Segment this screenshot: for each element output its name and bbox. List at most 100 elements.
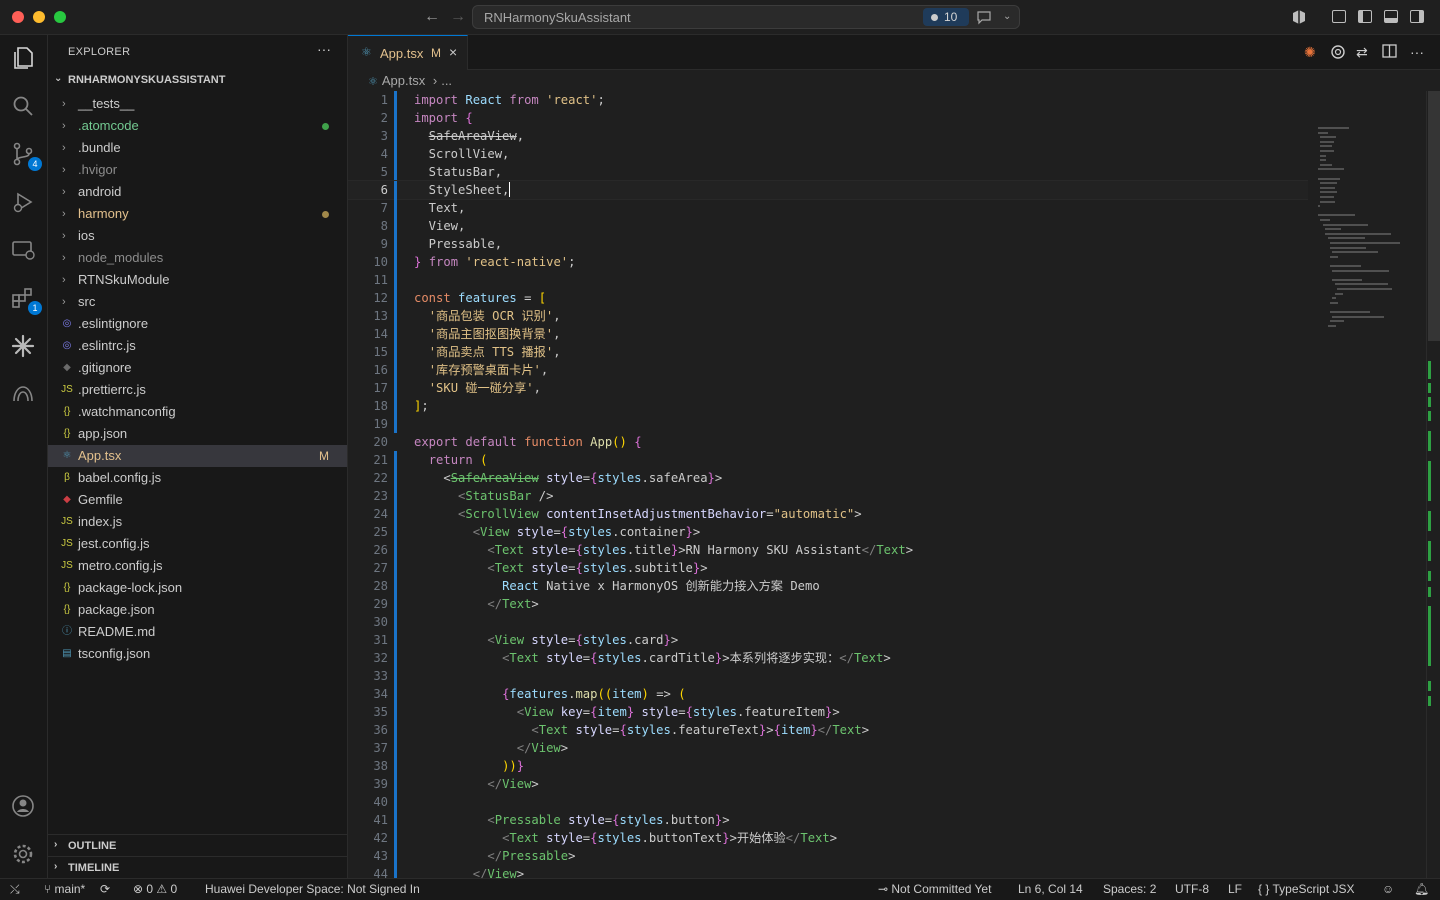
git-gutter-marker[interactable] xyxy=(394,415,397,433)
folder-item[interactable]: › .atomcode xyxy=(48,115,347,137)
folder-item[interactable]: › src xyxy=(48,291,347,313)
code-line[interactable]: 7 Text, xyxy=(348,199,1308,217)
code-line[interactable]: 26 <Text style={styles.title}>RN Harmony… xyxy=(348,541,1308,559)
source-control-icon[interactable]: 4 xyxy=(10,141,42,171)
timeline-section[interactable]: › TIMELINE xyxy=(48,856,347,878)
git-gutter-marker[interactable] xyxy=(394,685,397,703)
code-line[interactable]: 28 React Native x HarmonyOS 创新能力接入方案 Dem… xyxy=(348,577,1308,595)
code-line[interactable]: 12 const features = [ xyxy=(348,289,1308,307)
git-gutter-marker[interactable] xyxy=(394,595,397,613)
git-gutter-marker[interactable] xyxy=(394,649,397,667)
file-item[interactable]: {} .watchmanconfig xyxy=(48,401,347,423)
extensions-icon[interactable]: 1 xyxy=(10,285,42,315)
code-line[interactable]: 11 xyxy=(348,271,1308,289)
run-debug-icon[interactable] xyxy=(10,189,38,217)
explorer-icon[interactable] xyxy=(10,45,38,73)
git-gutter-marker[interactable] xyxy=(394,271,397,289)
code-line[interactable]: 6 StyleSheet, xyxy=(348,180,1308,200)
folder-item[interactable]: › node_modules xyxy=(48,247,347,269)
close-icon[interactable]: × xyxy=(449,44,457,60)
file-item[interactable]: {} app.json xyxy=(48,423,347,445)
compare-changes-icon[interactable]: ⇄ xyxy=(1356,44,1368,61)
file-item[interactable]: ◎ .eslintignore xyxy=(48,313,347,335)
branch-indicator[interactable]: ⑂ main* xyxy=(44,882,85,896)
git-gutter-marker[interactable] xyxy=(394,199,397,217)
git-gutter-marker[interactable] xyxy=(394,775,397,793)
file-item[interactable]: {} package-lock.json xyxy=(48,577,347,599)
git-gutter-marker[interactable] xyxy=(394,361,397,379)
code-line[interactable]: 44 </View> xyxy=(348,865,1308,878)
scrollbar-thumb[interactable] xyxy=(1428,91,1440,341)
code-line[interactable]: 24 <ScrollView contentInsetAdjustmentBeh… xyxy=(348,505,1308,523)
editor-scrollbar[interactable] xyxy=(1426,91,1440,878)
claude-icon[interactable] xyxy=(10,333,38,361)
git-gutter-marker[interactable] xyxy=(394,397,397,415)
code-line[interactable]: 43 </Pressable> xyxy=(348,847,1308,865)
code-line[interactable]: 17 'SKU 碰一碰分享', xyxy=(348,379,1308,397)
code-line[interactable]: 19 xyxy=(348,415,1308,433)
folder-item[interactable]: › android xyxy=(48,181,347,203)
code-line[interactable]: 13 '商品包装 OCR 识别', xyxy=(348,307,1308,325)
openai-icon[interactable] xyxy=(1330,44,1346,63)
code-line[interactable]: 23 <StatusBar /> xyxy=(348,487,1308,505)
window-maximize-button[interactable] xyxy=(54,11,66,23)
code-line[interactable]: 4 ScrollView, xyxy=(348,145,1308,163)
code-line[interactable]: 20 export default function App() { xyxy=(348,433,1308,451)
code-line[interactable]: 29 </Text> xyxy=(348,595,1308,613)
git-gutter-marker[interactable] xyxy=(394,109,397,127)
git-gutter-marker[interactable] xyxy=(394,343,397,361)
git-gutter-marker[interactable] xyxy=(394,433,397,451)
huawei-account-status[interactable]: Huawei Developer Space: Not Signed In xyxy=(205,882,420,896)
git-gutter-marker[interactable] xyxy=(394,577,397,595)
code-line[interactable]: 39 </View> xyxy=(348,775,1308,793)
settings-gear-icon[interactable] xyxy=(10,841,38,869)
accounts-icon[interactable] xyxy=(10,793,38,821)
folder-item[interactable]: › __tests__ xyxy=(48,93,347,115)
code-line[interactable]: 30 xyxy=(348,613,1308,631)
code-line[interactable]: 9 Pressable, xyxy=(348,235,1308,253)
harmony-icon[interactable] xyxy=(10,381,38,409)
file-item[interactable]: ▤ tsconfig.json xyxy=(48,643,347,665)
git-gutter-marker[interactable] xyxy=(394,721,397,739)
breadcrumb[interactable]: ⚛ App.tsx ›... xyxy=(368,73,452,88)
code-line[interactable]: 16 '库存预警桌面卡片', xyxy=(348,361,1308,379)
code-line[interactable]: 5 StatusBar, xyxy=(348,163,1308,181)
code-line[interactable]: 22 <SafeAreaView style={styles.safeArea}… xyxy=(348,469,1308,487)
folder-item[interactable]: › .bundle xyxy=(48,137,347,159)
git-gutter-marker[interactable] xyxy=(394,163,397,181)
copilot-icon[interactable] xyxy=(1291,9,1307,30)
git-gutter-marker[interactable] xyxy=(394,451,397,469)
file-item[interactable]: ⓘ README.md xyxy=(48,621,347,643)
more-actions-icon[interactable]: ··· xyxy=(1410,44,1424,60)
git-gutter-marker[interactable] xyxy=(394,325,397,343)
git-gutter-marker[interactable] xyxy=(394,181,397,199)
git-gutter-marker[interactable] xyxy=(394,487,397,505)
folder-item[interactable]: › harmony xyxy=(48,203,347,225)
remote-indicator-icon[interactable]: ⤯ xyxy=(10,882,20,897)
git-gutter-marker[interactable] xyxy=(394,631,397,649)
code-line[interactable]: 14 '商品主图抠图换背景', xyxy=(348,325,1308,343)
folder-item[interactable]: › ios xyxy=(48,225,347,247)
file-item[interactable]: JS metro.config.js xyxy=(48,555,347,577)
forward-arrow-icon[interactable]: → xyxy=(450,8,466,26)
code-line[interactable]: 3 SafeAreaView, xyxy=(348,127,1308,145)
git-blame-status[interactable]: ⊸ Not Committed Yet xyxy=(878,882,991,896)
code-line[interactable]: 40 xyxy=(348,793,1308,811)
git-gutter-marker[interactable] xyxy=(394,523,397,541)
search-icon[interactable] xyxy=(10,93,38,121)
folder-item[interactable]: › .hvigor xyxy=(48,159,347,181)
workspace-root[interactable]: ⌄ RNHARMONYSKUASSISTANT xyxy=(48,71,347,91)
code-line[interactable]: 27 <Text style={styles.subtitle}> xyxy=(348,559,1308,577)
problems-indicator[interactable]: ⊗ 0 ⚠ 0 xyxy=(133,882,177,896)
code-line[interactable]: 18]; xyxy=(348,397,1308,415)
code-line[interactable]: 25 <View style={styles.container}> xyxy=(348,523,1308,541)
language-mode[interactable]: { } TypeScript JSX xyxy=(1258,882,1355,896)
chevron-down-icon[interactable]: ⌄ xyxy=(1003,11,1011,22)
git-gutter-marker[interactable] xyxy=(394,793,397,811)
git-gutter-marker[interactable] xyxy=(394,541,397,559)
command-center[interactable]: RNHarmonySkuAssistant 10 ⌄ xyxy=(472,5,1020,29)
git-gutter-marker[interactable] xyxy=(394,145,397,163)
file-item[interactable]: ⚛ App.tsx M xyxy=(48,445,347,467)
git-gutter-marker[interactable] xyxy=(394,811,397,829)
code-line[interactable]: 31 <View style={styles.card}> xyxy=(348,631,1308,649)
